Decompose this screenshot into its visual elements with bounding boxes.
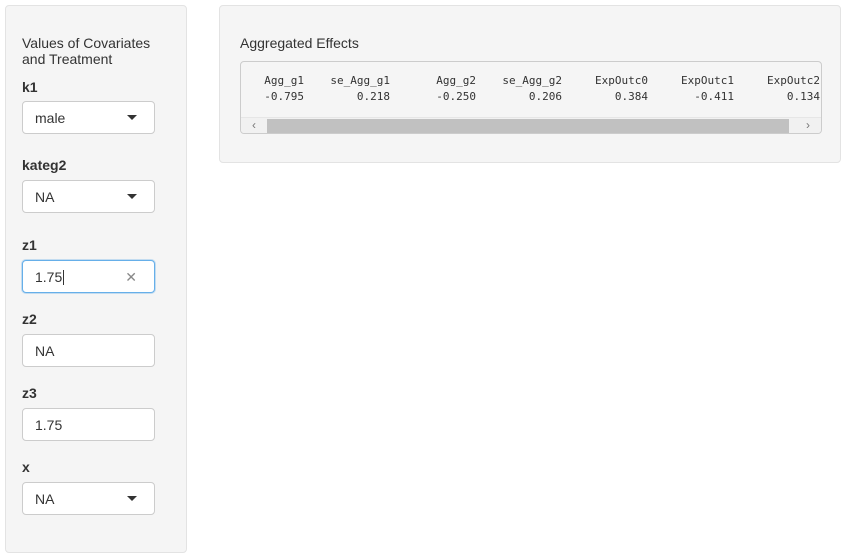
scrollbar-thumb[interactable]	[267, 119, 789, 133]
text-cursor	[63, 270, 65, 285]
table-header-cell: ExpOutc2	[767, 74, 820, 87]
kateg2-select-value: NA	[35, 189, 55, 205]
aggregated-effects-title: Aggregated Effects	[240, 35, 359, 51]
output-table: Agg_g1 se_Agg_g1 Agg_g2 se_Agg_g2 ExpOut…	[241, 73, 821, 105]
table-header-row: Agg_g1 se_Agg_g1 Agg_g2 se_Agg_g2 ExpOut…	[241, 73, 821, 89]
caret-down-icon	[127, 194, 137, 199]
table-cell: -0.795	[264, 90, 304, 103]
k1-select-value: male	[35, 110, 66, 126]
table-cell: 0.206	[528, 90, 562, 103]
table-row: -0.795 0.218 -0.250 0.206 0.384 -0.411 0…	[241, 89, 821, 105]
z1-input[interactable]: 1.75 ✕	[22, 260, 155, 293]
sidebar-title: Values of Covariates and Treatment	[22, 35, 151, 67]
sidebar-panel: Values of Covariates and Treatment k1 ma…	[5, 5, 187, 553]
kateg2-select[interactable]: NA	[22, 180, 155, 213]
table-cell: -0.411	[694, 90, 734, 103]
table-header-cell: se_Agg_g2	[502, 74, 562, 87]
z2-label: z2	[22, 311, 37, 327]
k1-label: k1	[22, 79, 38, 95]
horizontal-scrollbar[interactable]: ‹ ›	[241, 117, 821, 133]
x-select-value: NA	[35, 491, 55, 507]
x-select[interactable]: NA	[22, 482, 155, 515]
aggregated-effects-output[interactable]: Agg_g1 se_Agg_g1 Agg_g2 se_Agg_g2 ExpOut…	[240, 61, 822, 134]
main-panel: Aggregated Effects Agg_g1 se_Agg_g1 Agg_…	[219, 5, 841, 163]
z2-input-value: NA	[35, 343, 55, 359]
table-cell: 0.218	[356, 90, 390, 103]
caret-down-icon	[127, 496, 137, 501]
table-header-cell: ExpOutc0	[595, 74, 648, 87]
table-header-cell: ExpOutc1	[681, 74, 734, 87]
z3-input[interactable]: 1.75	[22, 408, 155, 441]
table-cell: 0.384	[614, 90, 648, 103]
k1-select[interactable]: male	[22, 101, 155, 134]
z1-input-text: 1.75	[35, 269, 65, 285]
table-header-cell: se_Agg_g1	[330, 74, 390, 87]
table-header-cell: Agg_g2	[436, 74, 476, 87]
z3-input-value: 1.75	[35, 417, 63, 433]
z3-label: z3	[22, 385, 37, 401]
table-header-cell: Agg_g1	[264, 74, 304, 87]
table-cell: 0.134	[786, 90, 820, 103]
caret-down-icon	[127, 115, 137, 120]
x-label: x	[22, 459, 30, 475]
close-icon[interactable]: ✕	[125, 269, 137, 285]
z1-input-value: 1.75	[35, 269, 63, 285]
table-cell: -0.250	[436, 90, 476, 103]
z1-label: z1	[22, 237, 37, 253]
kateg2-label: kateg2	[22, 157, 67, 173]
z2-input[interactable]: NA	[22, 334, 155, 367]
scroll-left-icon[interactable]: ‹	[241, 118, 267, 133]
scroll-right-icon[interactable]: ›	[795, 118, 821, 133]
